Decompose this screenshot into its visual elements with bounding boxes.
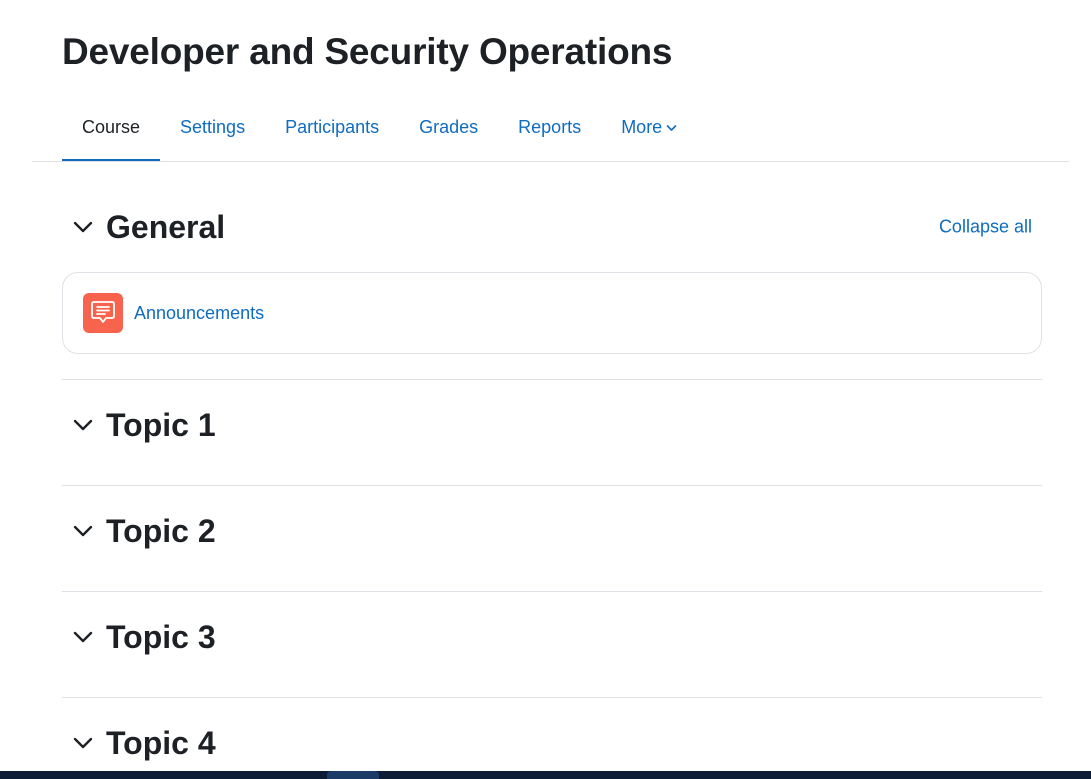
section-topic-3: Topic 3 [62, 611, 1042, 663]
section-header: Topic 1 [62, 399, 1042, 451]
chevron-down-icon [73, 525, 93, 537]
section-title[interactable]: Topic 1 [106, 405, 216, 445]
chevron-down-icon [666, 124, 677, 132]
section-topic-4: Topic 4 [62, 717, 1042, 769]
chevron-down-icon [73, 737, 93, 749]
tab-participants-label: Participants [285, 117, 380, 137]
tab-settings[interactable]: Settings [160, 96, 265, 162]
tab-course[interactable]: Course [62, 96, 161, 162]
section-divider [62, 379, 1042, 380]
activity-card: Announcements [62, 272, 1042, 354]
section-divider [62, 591, 1042, 592]
section-header: Topic 2 [62, 505, 1042, 557]
tab-grades[interactable]: Grades [399, 96, 498, 162]
course-page: Developer and Security Operations Course… [0, 0, 1091, 779]
section-divider [62, 697, 1042, 698]
section-header: Topic 4 [62, 717, 1042, 769]
tab-participants[interactable]: Participants [265, 96, 399, 162]
section-header: Topic 3 [62, 611, 1042, 663]
chevron-down-icon [73, 221, 93, 233]
section-topic-1: Topic 1 [62, 399, 1042, 451]
chevron-down-icon [73, 419, 93, 431]
course-nav: Course Settings Participants Grades Repo… [62, 96, 697, 162]
tab-settings-label: Settings [180, 117, 246, 137]
section-title[interactable]: General [106, 207, 225, 247]
page-title: Developer and Security Operations [62, 31, 673, 72]
chevron-down-icon [73, 631, 93, 643]
tab-grades-label: Grades [419, 117, 479, 137]
section-title[interactable]: Topic 3 [106, 617, 216, 657]
tab-course-label: Course [82, 117, 141, 137]
section-toggle-topic-3[interactable] [62, 617, 106, 657]
taskbar-item[interactable] [327, 771, 379, 779]
section-general: General Collapse all [62, 201, 1042, 253]
section-toggle-topic-2[interactable] [62, 511, 106, 551]
tab-reports[interactable]: Reports [498, 96, 601, 162]
section-toggle-topic-1[interactable] [62, 405, 106, 445]
section-title[interactable]: Topic 2 [106, 511, 216, 551]
section-title[interactable]: Topic 4 [106, 723, 216, 763]
taskbar [0, 771, 1091, 779]
section-header: General Collapse all [62, 201, 1042, 253]
section-toggle-topic-4[interactable] [62, 723, 106, 763]
forum-icon[interactable] [83, 293, 123, 333]
section-divider [62, 485, 1042, 486]
tab-reports-label: Reports [518, 117, 582, 137]
tab-more-label: More [621, 117, 663, 137]
tab-more[interactable]: More [601, 96, 697, 162]
activity-link-announcements[interactable]: Announcements [134, 303, 264, 324]
section-toggle-general[interactable] [62, 207, 106, 247]
collapse-all-link[interactable]: Collapse all [939, 217, 1032, 238]
nav-divider [32, 161, 1069, 162]
section-topic-2: Topic 2 [62, 505, 1042, 557]
